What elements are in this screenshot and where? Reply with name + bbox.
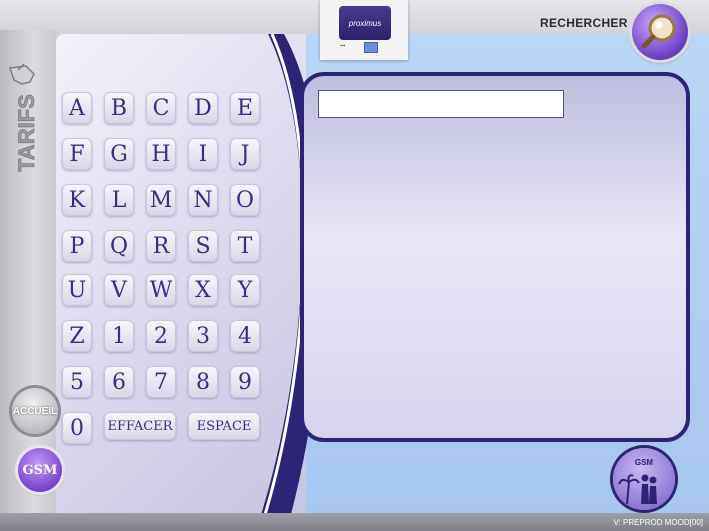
search-input[interactable] bbox=[318, 90, 564, 118]
key-6[interactable]: 6 bbox=[104, 366, 134, 398]
magnifier-icon bbox=[641, 14, 676, 49]
key-r[interactable]: R bbox=[146, 230, 176, 262]
key-x[interactable]: X bbox=[188, 274, 218, 306]
key-2[interactable]: 2 bbox=[146, 320, 176, 352]
key-v[interactable]: V bbox=[104, 274, 134, 306]
brand-logo-box: proximus ▪▪▪ bbox=[320, 0, 408, 60]
key-y[interactable]: Y bbox=[230, 274, 260, 306]
key-w[interactable]: W bbox=[146, 274, 176, 306]
key-3[interactable]: 3 bbox=[188, 320, 218, 352]
key-t[interactable]: T bbox=[230, 230, 260, 262]
hand-icon bbox=[8, 63, 35, 85]
key-8[interactable]: 8 bbox=[188, 366, 218, 398]
key-s[interactable]: S bbox=[188, 230, 218, 262]
key-e[interactable]: E bbox=[230, 92, 260, 124]
card-icon bbox=[364, 42, 378, 53]
search-button[interactable] bbox=[632, 4, 688, 60]
key-9[interactable]: 9 bbox=[230, 366, 260, 398]
space-button[interactable]: ESPACE bbox=[188, 412, 260, 440]
key-o[interactable]: O bbox=[230, 184, 260, 216]
bottom-frame bbox=[0, 513, 709, 531]
gsm-button[interactable]: GSM bbox=[18, 448, 62, 492]
search-label: RECHERCHER bbox=[540, 16, 628, 30]
key-f[interactable]: F bbox=[62, 138, 92, 170]
key-d[interactable]: D bbox=[188, 92, 218, 124]
key-q[interactable]: Q bbox=[104, 230, 134, 262]
key-g[interactable]: G bbox=[104, 138, 134, 170]
key-4[interactable]: 4 bbox=[230, 320, 260, 352]
key-m[interactable]: M bbox=[146, 184, 176, 216]
key-l[interactable]: L bbox=[104, 184, 134, 216]
key-0[interactable]: 0 bbox=[62, 412, 92, 444]
gsm-corner-label: GSM bbox=[634, 458, 654, 467]
version-label: V: PREPROD MOOD[00] bbox=[613, 518, 704, 527]
brand-logo: proximus bbox=[339, 6, 391, 40]
key-7[interactable]: 7 bbox=[146, 366, 176, 398]
delete-button[interactable]: EFFACER bbox=[104, 412, 176, 440]
tarifs-label: TARIFS bbox=[14, 94, 39, 172]
key-p[interactable]: P bbox=[62, 230, 92, 262]
key-i[interactable]: I bbox=[188, 138, 218, 170]
key-a[interactable]: A bbox=[62, 92, 92, 124]
key-b[interactable]: B bbox=[104, 92, 134, 124]
key-z[interactable]: Z bbox=[62, 320, 92, 352]
home-button[interactable]: ACCUEIL bbox=[12, 388, 58, 434]
key-5[interactable]: 5 bbox=[62, 366, 92, 398]
results-panel bbox=[300, 72, 690, 442]
key-c[interactable]: C bbox=[146, 92, 176, 124]
tarifs-title: TARIFS bbox=[8, 63, 39, 172]
key-n[interactable]: N bbox=[188, 184, 218, 216]
key-1[interactable]: 1 bbox=[104, 320, 134, 352]
key-j[interactable]: J bbox=[230, 138, 260, 170]
logo-caption-icon: ▪▪▪ bbox=[340, 43, 346, 49]
key-u[interactable]: U bbox=[62, 274, 92, 306]
key-k[interactable]: K bbox=[62, 184, 92, 216]
gsm-corner-button[interactable]: GSM bbox=[613, 448, 675, 510]
key-h[interactable]: H bbox=[146, 138, 176, 170]
